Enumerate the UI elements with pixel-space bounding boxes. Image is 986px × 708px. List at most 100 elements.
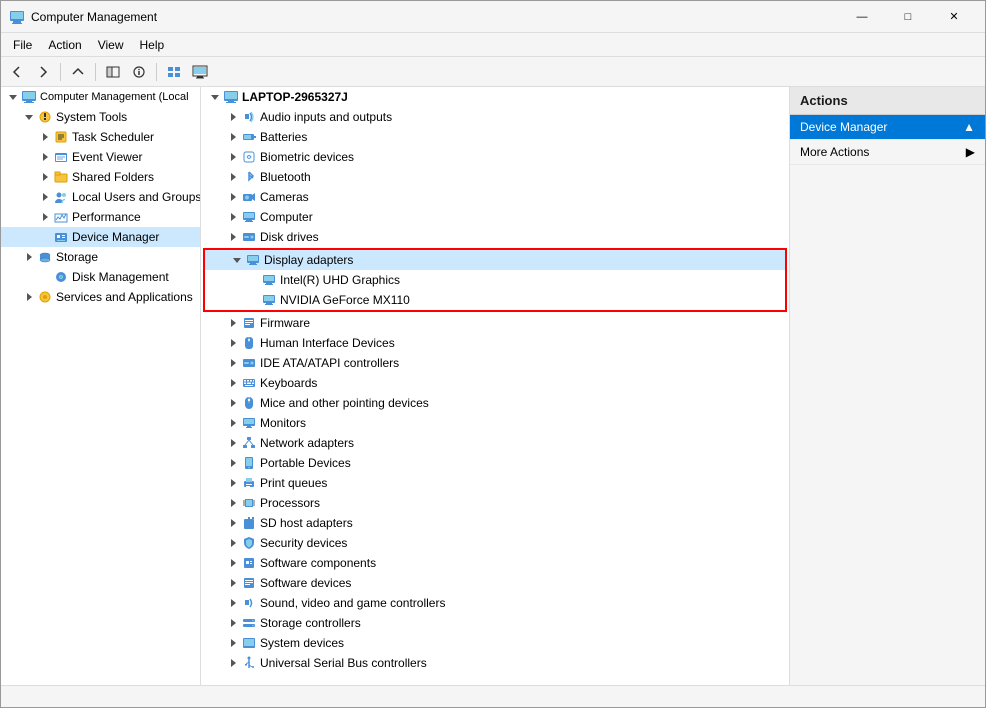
audio-expand[interactable]: [225, 109, 241, 125]
bio-expand[interactable]: [225, 149, 241, 165]
minimize-button[interactable]: —: [839, 1, 885, 33]
swc-expand[interactable]: [225, 555, 241, 571]
cameras-item[interactable]: Cameras: [201, 187, 789, 207]
event-label: Event Viewer: [72, 150, 142, 164]
batteries-item[interactable]: Batteries: [201, 127, 789, 147]
device-manager-action[interactable]: Device Manager ▲: [790, 115, 985, 140]
kb-expand[interactable]: [225, 375, 241, 391]
monitor-button[interactable]: [188, 60, 212, 84]
usb-item[interactable]: Universal Serial Bus controllers: [201, 653, 789, 673]
menu-view[interactable]: View: [90, 36, 132, 54]
cam-expand[interactable]: [225, 189, 241, 205]
back-button[interactable]: [5, 60, 29, 84]
mice-item[interactable]: Mice and other pointing devices: [201, 393, 789, 413]
hid-expand[interactable]: [225, 335, 241, 351]
sd-expand[interactable]: [225, 515, 241, 531]
monitors-item[interactable]: Monitors: [201, 413, 789, 433]
sys-dev-label: System devices: [260, 636, 344, 650]
forward-button[interactable]: [31, 60, 55, 84]
performance-item[interactable]: Performance: [1, 207, 200, 227]
hid-item[interactable]: Human Interface Devices: [201, 333, 789, 353]
mice-expand[interactable]: [225, 395, 241, 411]
sw-comp-item[interactable]: Software components: [201, 553, 789, 573]
event-expand[interactable]: [37, 149, 53, 165]
comp-expand[interactable]: [207, 89, 223, 105]
sec-expand[interactable]: [225, 535, 241, 551]
syd-expand[interactable]: [225, 635, 241, 651]
properties-button[interactable]: [127, 60, 151, 84]
network-item[interactable]: Network adapters: [201, 433, 789, 453]
storage-item[interactable]: Storage: [1, 247, 200, 267]
maximize-button[interactable]: □: [885, 1, 931, 33]
fw-expand[interactable]: [225, 315, 241, 331]
sys-dev-item[interactable]: System devices: [201, 633, 789, 653]
biometric-item[interactable]: Biometric devices: [201, 147, 789, 167]
port-expand[interactable]: [225, 455, 241, 471]
toolbar: [1, 57, 985, 87]
system-tools-expand[interactable]: [21, 109, 37, 125]
print-expand[interactable]: [225, 475, 241, 491]
computer-root[interactable]: LAPTOP-2965327J: [201, 87, 789, 107]
up-button[interactable]: [66, 60, 90, 84]
task-scheduler-item[interactable]: Task Scheduler: [1, 127, 200, 147]
services-item[interactable]: Services and Applications: [1, 287, 200, 307]
bt-icon: [241, 169, 257, 185]
local-users-item[interactable]: Local Users and Groups: [1, 187, 200, 207]
menu-file[interactable]: File: [5, 36, 40, 54]
bat-expand[interactable]: [225, 129, 241, 145]
security-item[interactable]: Security devices: [201, 533, 789, 553]
services-label: Services and Applications: [56, 290, 193, 304]
da-expand[interactable]: [229, 252, 245, 268]
users-expand[interactable]: [37, 189, 53, 205]
device-manager-item[interactable]: Device Manager: [1, 227, 200, 247]
storage-ctrl-item[interactable]: Storage controllers: [201, 613, 789, 633]
display-adapters-item[interactable]: Display adapters: [205, 250, 785, 270]
bt-expand[interactable]: [225, 169, 241, 185]
shared-folders-item[interactable]: Shared Folders: [1, 167, 200, 187]
bluetooth-item[interactable]: Bluetooth: [201, 167, 789, 187]
ide-icon: [241, 355, 257, 371]
sw-dev-item[interactable]: Software devices: [201, 573, 789, 593]
devmgr-expand[interactable]: [37, 229, 53, 245]
shared-expand[interactable]: [37, 169, 53, 185]
ide-expand[interactable]: [225, 355, 241, 371]
computer-item[interactable]: Computer: [201, 207, 789, 227]
sd-item[interactable]: SD host adapters: [201, 513, 789, 533]
storage-expand[interactable]: [21, 249, 37, 265]
usb-expand[interactable]: [225, 655, 241, 671]
view-button[interactable]: [162, 60, 186, 84]
show-hide-button[interactable]: [101, 60, 125, 84]
firmware-item[interactable]: Firmware: [201, 313, 789, 333]
proc-expand[interactable]: [225, 495, 241, 511]
event-viewer-item[interactable]: Event Viewer: [1, 147, 200, 167]
intel-uhd-item[interactable]: Intel(R) UHD Graphics: [205, 270, 785, 290]
menu-help[interactable]: Help: [132, 36, 173, 54]
task-expand[interactable]: [37, 129, 53, 145]
perf-expand[interactable]: [37, 209, 53, 225]
portable-item[interactable]: Portable Devices: [201, 453, 789, 473]
sound-expand[interactable]: [225, 595, 241, 611]
close-button[interactable]: ✕: [931, 1, 977, 33]
mon-expand[interactable]: [225, 415, 241, 431]
swd-expand[interactable]: [225, 575, 241, 591]
disk-management-item[interactable]: Disk Management: [1, 267, 200, 287]
ide-item[interactable]: IDE ATA/ATAPI controllers: [201, 353, 789, 373]
system-tools-item[interactable]: System Tools: [1, 107, 200, 127]
disk-drives-item[interactable]: Disk drives: [201, 227, 789, 247]
menu-action[interactable]: Action: [40, 36, 89, 54]
sound-item[interactable]: Sound, video and game controllers: [201, 593, 789, 613]
print-item[interactable]: Print queues: [201, 473, 789, 493]
root-item[interactable]: Computer Management (Local: [1, 87, 200, 107]
more-actions[interactable]: More Actions ▶: [790, 140, 985, 165]
audio-item[interactable]: Audio inputs and outputs: [201, 107, 789, 127]
root-expand[interactable]: [5, 89, 21, 105]
dd-expand[interactable]: [225, 229, 241, 245]
keyboards-item[interactable]: Keyboards: [201, 373, 789, 393]
disk-expand[interactable]: [37, 269, 53, 285]
comp2-expand[interactable]: [225, 209, 241, 225]
nvidia-item[interactable]: NVIDIA GeForce MX110: [205, 290, 785, 310]
net-expand[interactable]: [225, 435, 241, 451]
proc-item[interactable]: Processors: [201, 493, 789, 513]
stc-expand[interactable]: [225, 615, 241, 631]
services-expand[interactable]: [21, 289, 37, 305]
